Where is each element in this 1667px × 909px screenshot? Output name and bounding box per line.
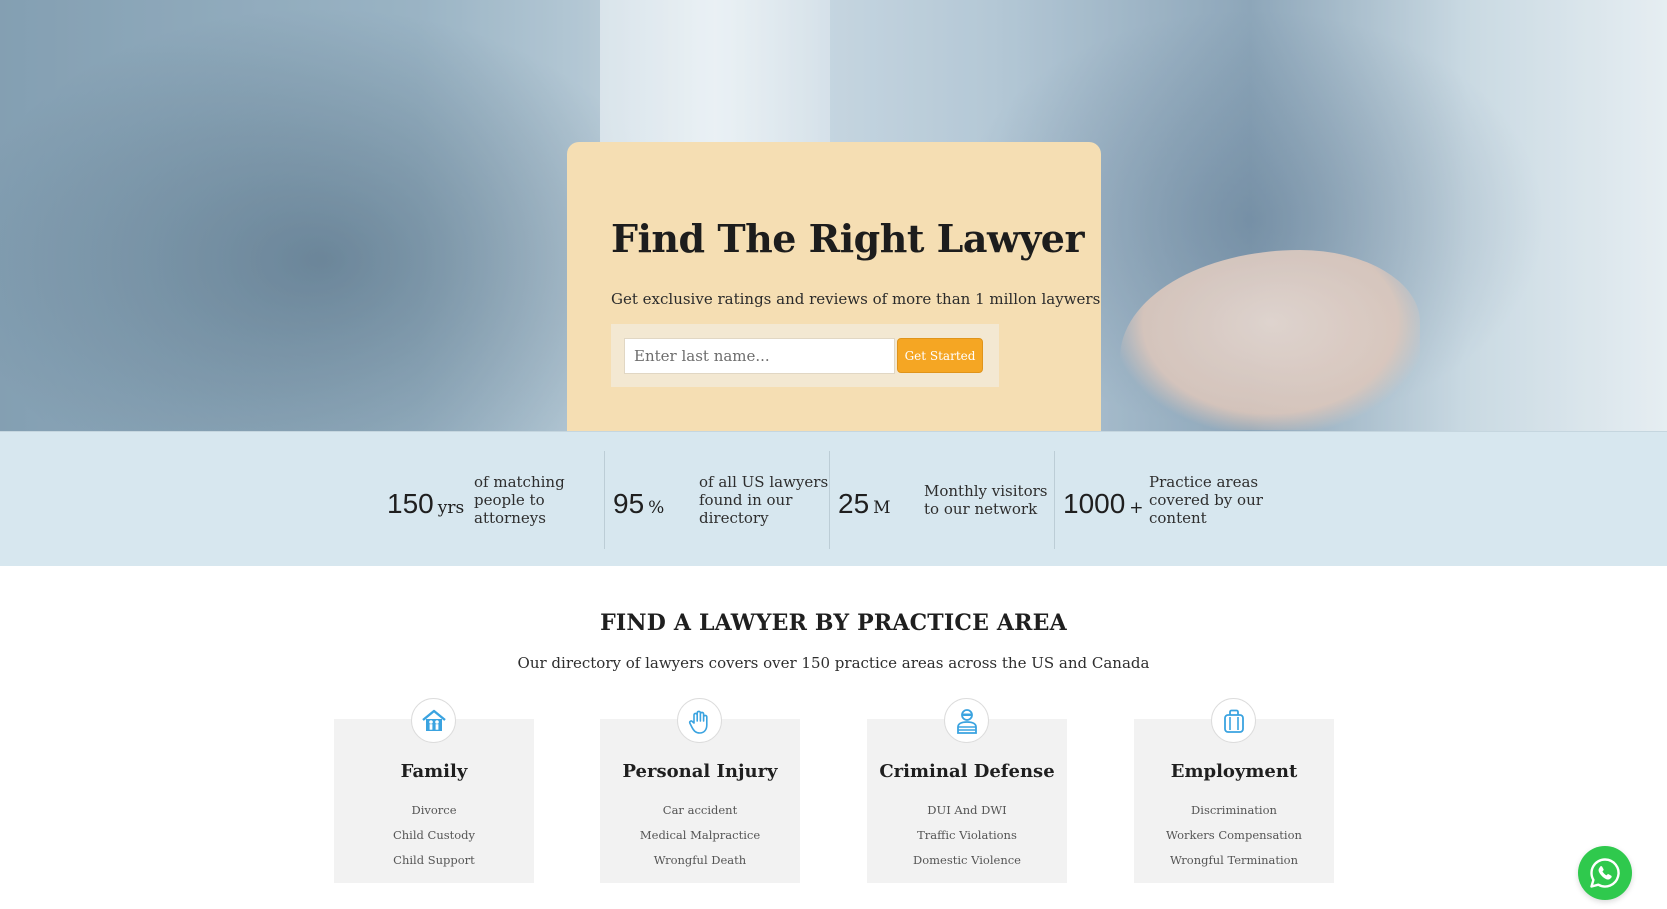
family-house-icon [411,698,456,743]
stat-divider [604,451,605,549]
practice-area-title: FIND A LAWYER BY PRACTICE AREA [600,610,1067,636]
stat-item: 25 M Monthly visitors to our network [838,451,1063,549]
card-title: Family [400,761,468,782]
stat-unit: M [873,497,891,518]
whatsapp-icon [1590,858,1620,888]
stat-divider [1054,451,1055,549]
stat-description: Monthly visitors to our network [924,482,1048,518]
stat-description: Practice areas covered by our content [1149,473,1263,527]
briefcase-icon [1211,698,1256,743]
hero-search-card: Find The Right Lawyer Get exclusive rati… [567,142,1101,431]
practice-link[interactable]: Wrongful Termination [1134,852,1334,877]
search-form: Get Started [611,324,999,387]
practice-link[interactable]: Car accident [600,802,800,827]
practice-area-subtitle: Our directory of lawyers covers over 150… [517,654,1150,672]
prisoner-icon [944,698,989,743]
practice-link[interactable]: Divorce [334,802,534,827]
practice-card-criminal-defense[interactable]: Criminal Defense DUI And DWI Traffic Vio… [867,698,1067,883]
practice-link[interactable]: Child Custody [334,827,534,852]
hero-banner: Find The Right Lawyer Get exclusive rati… [0,0,1667,431]
practice-link[interactable]: Workers Compensation [1134,827,1334,852]
card-title: Personal Injury [622,761,778,782]
practice-link[interactable]: Domestic Violence [867,852,1067,877]
stat-number: 95 [613,487,645,519]
practice-link[interactable]: Traffic Violations [867,827,1067,852]
whatsapp-button[interactable] [1578,846,1632,900]
practice-link[interactable]: Medical Malpractice [600,827,800,852]
practice-link[interactable]: Child Support [334,852,534,877]
stat-number: 150 [387,487,434,519]
stat-item: 1000 + Practice areas covered by our cont… [1063,451,1288,549]
practice-card-family[interactable]: Family Divorce Child Custody Child Suppo… [334,698,534,883]
stat-unit: yrs [437,497,465,518]
get-started-button[interactable]: Get Started [897,338,983,373]
practice-card-employment[interactable]: Employment Discrimination Workers Compen… [1134,698,1334,883]
stat-description: of matching people to attorneys [474,473,565,527]
hand-injury-icon [677,698,722,743]
stat-number: 25 [838,487,870,519]
card-title: Criminal Defense [879,761,1055,782]
stat-unit: % [648,497,665,518]
stat-item: 150 yrs of matching people to attorneys [387,451,612,549]
practice-link[interactable]: Discrimination [1134,802,1334,827]
practice-card-personal-injury[interactable]: Personal Injury Car accident Medical Mal… [600,698,800,883]
last-name-search-input[interactable] [624,338,895,374]
stat-item: 95% of all US lawyers found in our direc… [613,451,838,549]
stat-number: 1000 [1063,487,1126,519]
practice-link[interactable]: Wrongful Death [600,852,800,877]
hero-title: Find The Right Lawyer [611,216,1084,261]
practice-link[interactable]: DUI And DWI [867,802,1067,827]
stat-unit: + [1129,497,1144,518]
hero-subtitle: Get exclusive ratings and reviews of mor… [611,290,1101,308]
stat-description: of all US lawyers found in our directory [699,473,829,527]
stats-band: 150 yrs of matching people to attorneys 9… [0,431,1667,566]
card-title: Employment [1170,761,1298,782]
stat-divider [829,451,830,549]
